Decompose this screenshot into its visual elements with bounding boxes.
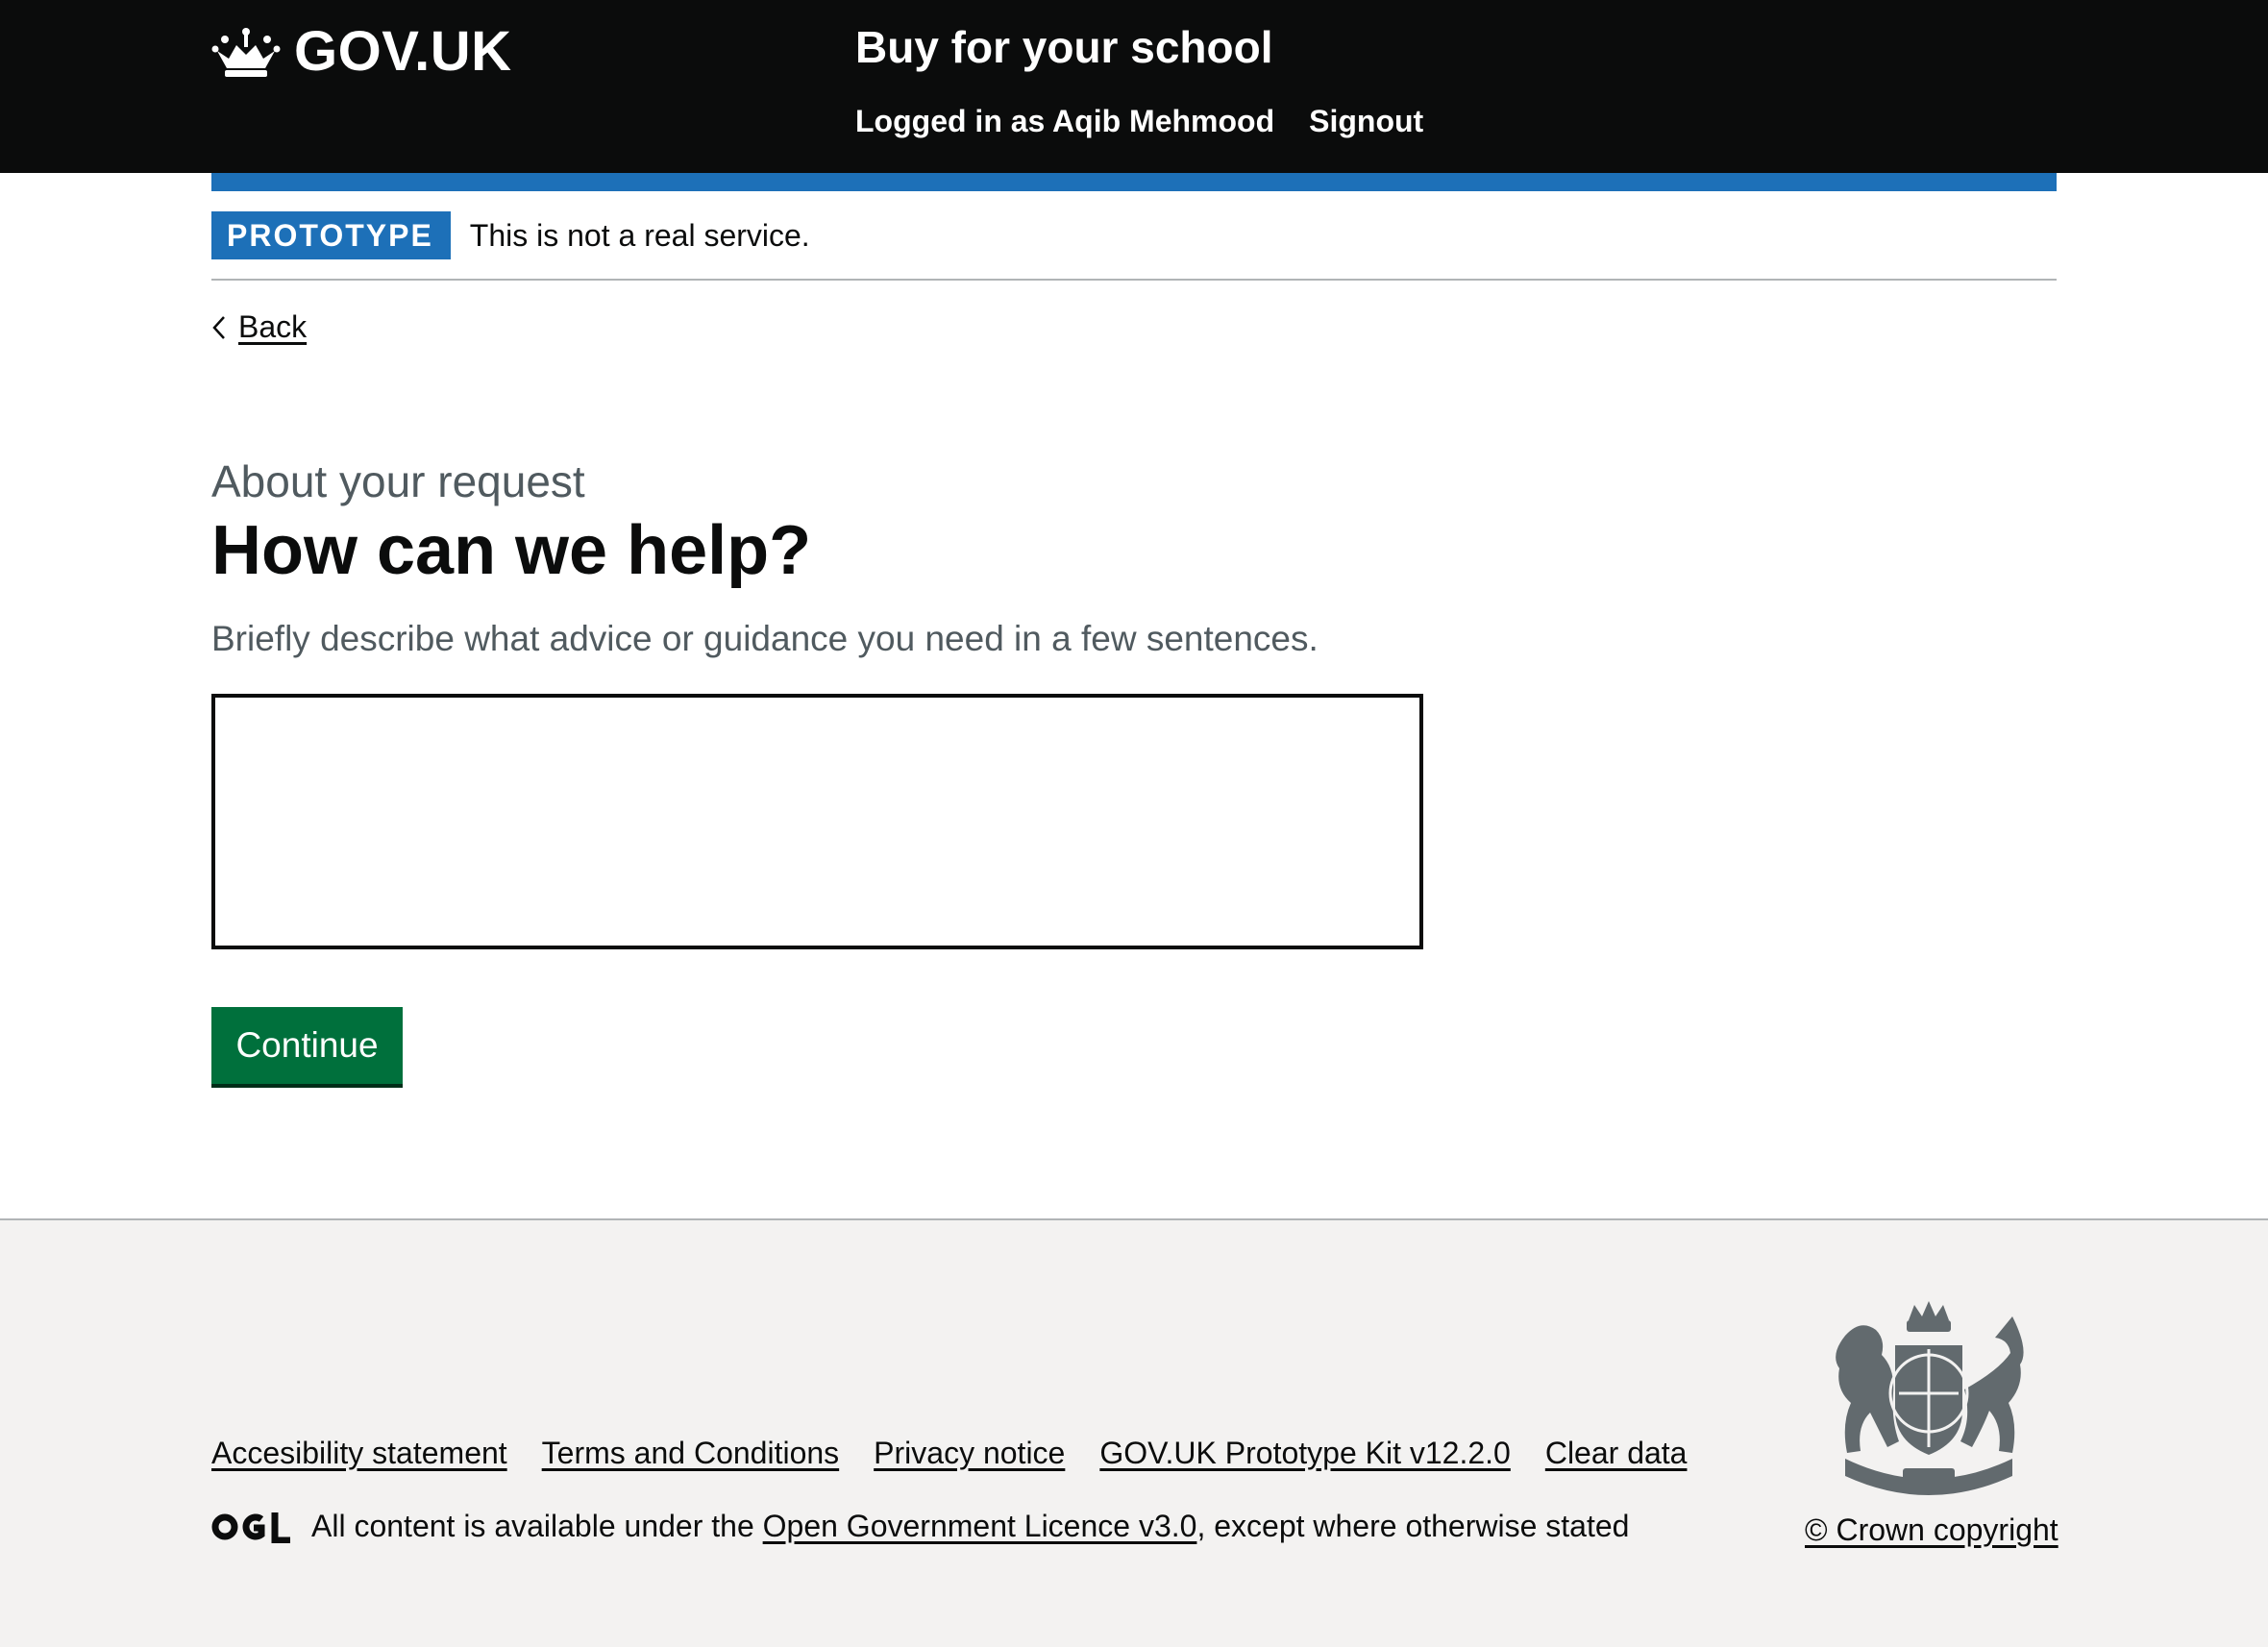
back-link[interactable]: Back: [211, 309, 307, 345]
field-hint: Briefly describe what advice or guidance…: [211, 619, 1319, 658]
crown-icon: [211, 27, 281, 77]
service-name[interactable]: Buy for your school: [855, 21, 1272, 73]
signout-link[interactable]: Signout: [1309, 104, 1423, 139]
footer-link-terms[interactable]: Terms and Conditions: [542, 1436, 839, 1471]
open-government-licence-link[interactable]: Open Government Licence v3.0: [763, 1509, 1197, 1543]
logo-text: GOV.UK: [294, 20, 512, 83]
request-description-textarea[interactable]: [211, 694, 1423, 949]
licence-suffix: , except where otherwise stated: [1196, 1509, 1630, 1543]
chevron-left-icon: [212, 315, 225, 339]
govuk-logo-link[interactable]: GOV.UK: [211, 19, 511, 84]
continue-button[interactable]: Continue: [211, 1007, 403, 1084]
back-link-label: Back: [238, 309, 308, 344]
header-navigation: Logged in as Aqib Mehmood Signout: [855, 104, 1423, 139]
phase-banner-divider: [211, 279, 2057, 281]
phase-banner-text: This is not a real service.: [469, 217, 810, 253]
phase-banner: PROTOTYPE This is not a real service.: [211, 211, 810, 259]
footer-links: Accesibility statement Terms and Conditi…: [211, 1436, 1687, 1471]
site-header: GOV.UK Buy for your school Logged in as …: [0, 0, 2268, 173]
header-blue-bar: [211, 173, 2057, 191]
ogl-logo-icon: [211, 1512, 290, 1543]
footer-link-privacy[interactable]: Privacy notice: [874, 1436, 1065, 1471]
royal-coat-of-arms-icon: [1836, 1301, 2024, 1495]
footer-link-clear-data[interactable]: Clear data: [1545, 1436, 1688, 1471]
site-footer: Accesibility statement Terms and Conditi…: [0, 1218, 2268, 1647]
licence-statement: All content is available under the Open …: [211, 1509, 1629, 1544]
crown-copyright-link[interactable]: © Crown copyright: [1805, 1512, 2058, 1548]
licence-text: All content is available under the Open …: [311, 1509, 1629, 1544]
footer-link-prototype-kit[interactable]: GOV.UK Prototype Kit v12.2.0: [1099, 1436, 1510, 1471]
phase-tag: PROTOTYPE: [211, 211, 451, 259]
page-title: How can we help?: [211, 512, 812, 589]
page-caption: About your request: [211, 456, 585, 506]
licence-prefix: All content is available under the: [311, 1509, 763, 1543]
logged-in-user-link[interactable]: Logged in as Aqib Mehmood: [855, 104, 1274, 139]
footer-link-accessibility[interactable]: Accesibility statement: [211, 1436, 507, 1471]
